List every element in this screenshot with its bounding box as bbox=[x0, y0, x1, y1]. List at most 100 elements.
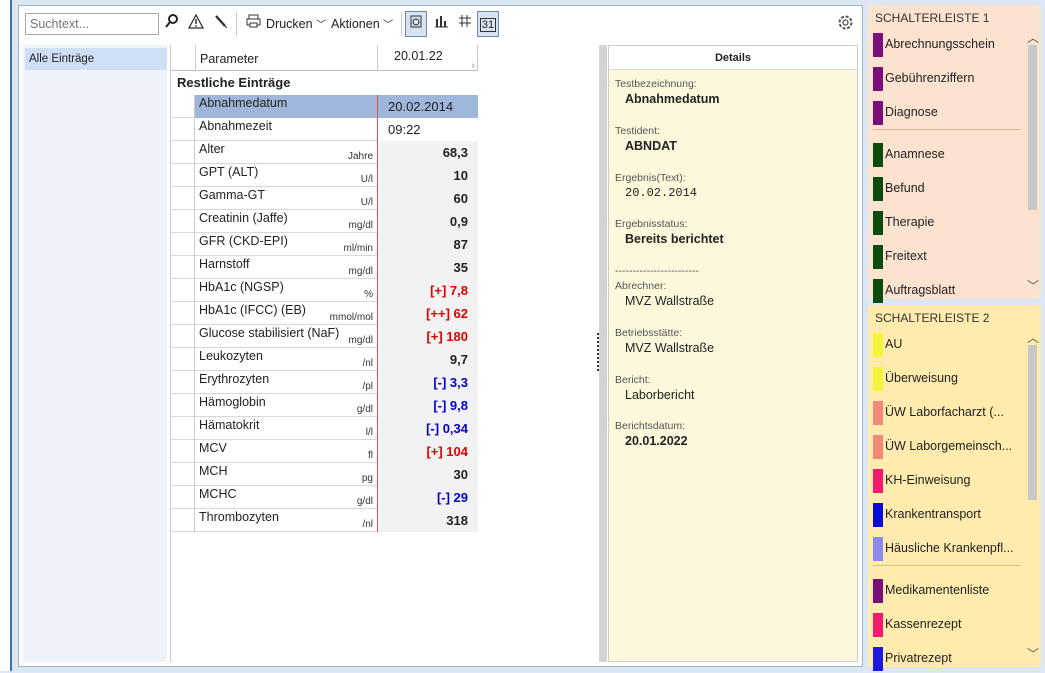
result-value[interactable]: 20.02.2014 bbox=[377, 95, 478, 118]
scroll-up-icon[interactable]: ︿ bbox=[1027, 29, 1039, 46]
row-indicator[interactable] bbox=[171, 440, 195, 463]
printer-icon[interactable] bbox=[244, 14, 262, 32]
chevron-right-icon[interactable]: › bbox=[471, 55, 475, 77]
table-row[interactable]: Gamma-GT U/l 60 bbox=[171, 187, 478, 210]
scroll-down-icon[interactable]: ﹀ bbox=[1027, 277, 1039, 294]
result-value[interactable]: 68,3 bbox=[377, 141, 478, 164]
table-row[interactable]: HbA1c (IFCC) (EB) mmol/mol [++] 62 bbox=[171, 302, 478, 325]
table-row[interactable]: GFR (CKD-EPI) ml/min 87 bbox=[171, 233, 478, 256]
table-row[interactable]: Hämatokrit l/l [-] 0,34 bbox=[171, 417, 478, 440]
result-value[interactable]: [+] 180 bbox=[377, 325, 478, 348]
row-indicator[interactable] bbox=[171, 164, 195, 187]
table-row[interactable]: Alter Jahre 68,3 bbox=[171, 141, 478, 164]
timer-view-toggle[interactable] bbox=[405, 11, 427, 37]
table-row[interactable]: GPT (ALT) U/l 10 bbox=[171, 164, 478, 187]
print-button[interactable]: Drucken ﹀ bbox=[266, 13, 326, 35]
table-row[interactable]: Creatinin (Jaffe) mg/dl 0,9 bbox=[171, 210, 478, 233]
row-indicator[interactable] bbox=[171, 417, 195, 440]
result-value[interactable]: [-] 9,8 bbox=[377, 394, 478, 417]
edit-pencil-icon[interactable] bbox=[211, 14, 229, 32]
button-bar-item[interactable]: Auftragsblatt bbox=[873, 277, 1021, 305]
button-bar-item[interactable]: Privatrezept bbox=[873, 645, 1021, 673]
button-bar-item[interactable]: Medikamentenliste bbox=[873, 577, 1021, 605]
row-indicator[interactable] bbox=[171, 371, 195, 394]
table-row[interactable]: Glucose stabilisiert (NaF) mg/dl [+] 180 bbox=[171, 325, 478, 348]
button-bar-item[interactable]: Therapie bbox=[873, 209, 1021, 237]
row-indicator[interactable] bbox=[171, 348, 195, 371]
table-row[interactable]: MCHC g/dl [-] 29 bbox=[171, 486, 478, 509]
warning-icon[interactable] bbox=[187, 13, 205, 32]
row-indicator[interactable] bbox=[171, 256, 195, 279]
row-indicator[interactable] bbox=[171, 486, 195, 509]
button-bar-item[interactable]: AU bbox=[873, 331, 1021, 359]
search-input[interactable] bbox=[25, 13, 159, 35]
table-row[interactable]: HbA1c (NGSP)% [+] 7,8 bbox=[171, 279, 478, 302]
button-bar-item[interactable]: Häusliche Krankenpfl... bbox=[873, 535, 1021, 563]
row-indicator[interactable] bbox=[171, 95, 195, 118]
row-indicator[interactable] bbox=[171, 233, 195, 256]
row-indicator[interactable] bbox=[171, 187, 195, 210]
button-bar-item[interactable]: Diagnose bbox=[873, 99, 1021, 127]
result-value[interactable]: [-] 0,34 bbox=[377, 417, 478, 440]
result-value[interactable]: [-] 29 bbox=[377, 486, 478, 509]
actions-button[interactable]: Aktionen ﹀ bbox=[331, 13, 393, 35]
table-row[interactable]: MCV fl [+] 104 bbox=[171, 440, 478, 463]
row-indicator[interactable] bbox=[171, 394, 195, 417]
scroll-down-icon[interactable]: ﹀ bbox=[1027, 645, 1039, 662]
button-bar-item[interactable]: Krankentransport bbox=[873, 501, 1021, 529]
row-indicator[interactable] bbox=[171, 463, 195, 486]
splitter-grip[interactable] bbox=[597, 333, 600, 371]
column-adjust-icon[interactable] bbox=[456, 14, 474, 32]
table-row[interactable]: Harnstoff mg/dl 35 bbox=[171, 256, 478, 279]
table-row[interactable]: Erythrozyten/pl [-] 3,3 bbox=[171, 371, 478, 394]
result-value[interactable]: [+] 104 bbox=[377, 440, 478, 463]
result-value[interactable]: 60 bbox=[377, 187, 478, 210]
sidebar-item-all-entries[interactable]: Alle Einträge bbox=[25, 48, 167, 70]
scroll-up-icon[interactable]: ︿ bbox=[1027, 329, 1039, 346]
table-row[interactable]: Thrombozyten/nl 318 bbox=[171, 509, 478, 532]
result-value[interactable]: 0,9 bbox=[377, 210, 478, 233]
table-row[interactable]: Abnahmezeit 09:22 bbox=[171, 118, 478, 141]
row-indicator[interactable] bbox=[171, 279, 195, 302]
row-indicator[interactable] bbox=[171, 325, 195, 348]
column-header-date[interactable]: 20.01.22 › bbox=[377, 45, 478, 72]
column-header-parameter[interactable]: Parameter bbox=[195, 45, 377, 71]
result-value[interactable]: 318 bbox=[377, 509, 478, 532]
button-bar-item[interactable]: Freitext bbox=[873, 243, 1021, 271]
result-value[interactable]: 09:22 bbox=[377, 118, 478, 141]
row-indicator[interactable] bbox=[171, 118, 195, 141]
button-bar-item[interactable]: Befund bbox=[873, 175, 1021, 203]
parameter-unit: g/dl bbox=[356, 404, 373, 415]
row-indicator[interactable] bbox=[171, 210, 195, 233]
button-bar-item[interactable]: Abrechnungsschein bbox=[873, 31, 1021, 59]
result-value[interactable]: 10 bbox=[377, 164, 478, 187]
button-bar-item[interactable]: Anamnese bbox=[873, 141, 1021, 169]
result-value[interactable]: 9,7 bbox=[377, 348, 478, 371]
button-bar-item[interactable]: Kassenrezept bbox=[873, 611, 1021, 639]
table-row[interactable]: Abnahmedatum 20.02.2014 bbox=[171, 95, 478, 118]
button-bar-item[interactable]: Überweisung bbox=[873, 365, 1021, 393]
row-indicator[interactable] bbox=[171, 302, 195, 325]
result-value[interactable]: 87 bbox=[377, 233, 478, 256]
panel-splitter[interactable] bbox=[597, 45, 607, 662]
gear-icon[interactable] bbox=[837, 14, 854, 36]
button-bar-item[interactable]: Gebührenziffern bbox=[873, 65, 1021, 93]
button-bar-item[interactable]: KH-Einweisung bbox=[873, 467, 1021, 495]
result-value[interactable]: 35 bbox=[377, 256, 478, 279]
bar-chart-icon[interactable] bbox=[432, 14, 450, 32]
table-row[interactable]: MCH pg 30 bbox=[171, 463, 478, 486]
result-value[interactable]: [-] 3,3 bbox=[377, 371, 478, 394]
table-row[interactable]: Hämoglobin g/dl [-] 9,8 bbox=[171, 394, 478, 417]
row-indicator[interactable] bbox=[171, 141, 195, 164]
result-value[interactable]: [++] 62 bbox=[377, 302, 478, 325]
button-bar-item[interactable]: ÜW Laborfacharzt (... bbox=[873, 399, 1021, 427]
calendar-toggle[interactable]: 31 bbox=[477, 11, 499, 37]
table-row[interactable]: Leukozyten/nl 9,7 bbox=[171, 348, 478, 371]
search-icon[interactable] bbox=[163, 14, 181, 32]
result-value[interactable]: 30 bbox=[377, 463, 478, 486]
result-value[interactable]: [+] 7,8 bbox=[377, 279, 478, 302]
scrollbar[interactable] bbox=[1028, 345, 1037, 500]
row-indicator[interactable] bbox=[171, 509, 195, 532]
button-bar-item[interactable]: ÜW Laborgemeinsch... bbox=[873, 433, 1021, 461]
scrollbar[interactable] bbox=[1028, 45, 1037, 210]
